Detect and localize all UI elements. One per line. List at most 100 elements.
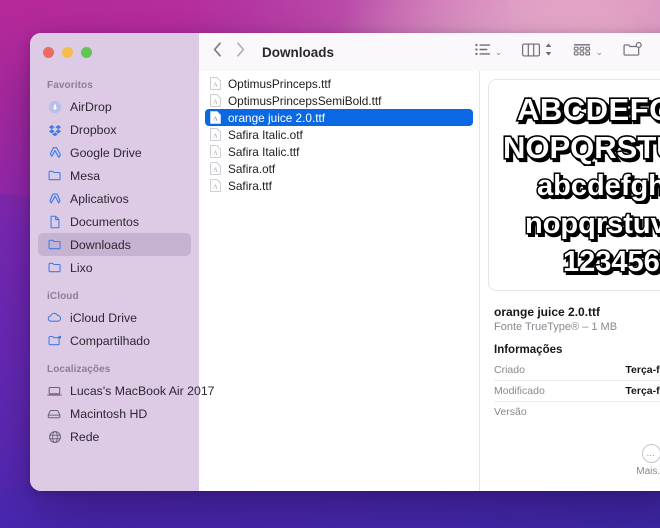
file-name: orange juice 2.0.ttf (228, 110, 326, 125)
file-metadata: orange juice 2.0.ttf Fonte TrueType® – 1… (488, 291, 660, 422)
list-item-selected[interactable]: A orange juice 2.0.ttf (205, 109, 473, 126)
file-name: Safira.ttf (228, 178, 272, 193)
metadata-row-criado: Criado Terça-feira, 1 (494, 360, 660, 381)
folder-icon (47, 260, 62, 275)
sidebar-item-label: Lucas's MacBook Air 2017 (70, 383, 215, 398)
maximize-button[interactable] (81, 46, 92, 58)
view-column-button[interactable] (522, 42, 553, 62)
preview-pane: ABCDEFGH ABCDEFGH NOPQRSTUV NOPQRSTUV ab… (480, 71, 660, 491)
svg-text:abcdefgh: abcdefgh (537, 170, 660, 202)
more-label: Mais... (636, 466, 660, 477)
specimen-line-uppercase-1: ABCDEFGH ABCDEFGH (501, 90, 660, 128)
cloud-icon (47, 310, 62, 325)
shared-folder-icon (47, 333, 62, 348)
font-file-icon: A (210, 145, 221, 158)
folder-icon (47, 168, 62, 183)
font-file-icon: A (210, 77, 221, 90)
sidebar-item-airdrop[interactable]: AirDrop (38, 95, 191, 118)
chevron-left-icon[interactable] (213, 42, 222, 62)
file-name: OptimusPrinceps.ttf (228, 76, 331, 91)
svg-text:A: A (213, 167, 218, 173)
sidebar-item-label: Lixo (70, 260, 93, 275)
sidebar-item-rede[interactable]: Rede (38, 425, 191, 448)
folder-icon (47, 237, 62, 252)
sidebar-item-documentos[interactable]: Documentos (38, 210, 191, 233)
dropbox-icon (47, 122, 62, 137)
svg-text:A: A (213, 116, 218, 122)
sidebar-item-macbook-air[interactable]: Lucas's MacBook Air 2017 (38, 379, 215, 402)
view-list-button[interactable]: ⌄ (475, 43, 503, 61)
svg-text:1234567: 1234567 (563, 246, 660, 278)
more-button[interactable]: … Mais... (626, 444, 660, 477)
sidebar-item-label: iCloud Drive (70, 310, 137, 325)
metadata-heading: Informações (494, 344, 563, 356)
list-item[interactable]: A Safira.ttf (205, 177, 473, 194)
svg-text:ABCDEFGH: ABCDEFGH (517, 92, 660, 127)
chevron-down-icon[interactable]: ⌄ (495, 47, 503, 57)
group-by-icon (573, 43, 591, 62)
finder-main: Downloads ⌄ ⌄ A OptimusPrinceps.ttf A Op… (199, 33, 660, 491)
svg-text:A: A (213, 184, 218, 190)
sidebar-item-label: Compartilhado (70, 333, 150, 348)
list-view-icon (475, 43, 491, 61)
sidebar-section-favoritos: Favoritos (47, 80, 93, 91)
svg-text:NOPQRSTUV: NOPQRSTUV (503, 130, 660, 165)
nav-buttons (213, 42, 245, 62)
sidebar-item-compartilhado[interactable]: Compartilhado (38, 329, 191, 352)
sidebar-item-icloud-drive[interactable]: iCloud Drive (38, 306, 191, 329)
sidebar-item-dropbox[interactable]: Dropbox (38, 118, 191, 141)
list-item[interactable]: A OptimusPrinceps.ttf (205, 75, 473, 92)
column-view-icon (522, 42, 541, 62)
sidebar-item-mesa[interactable]: Mesa (38, 164, 191, 187)
sidebar-item-label: Dropbox (70, 122, 117, 137)
metadata-file-name: orange juice 2.0.ttf (494, 305, 601, 319)
specimen-line-lowercase-2: nopqrstuv nopqrstuv (501, 204, 660, 243)
list-item[interactable]: A OptimusPrincepsSemiBold.ttf (205, 92, 473, 109)
action-menu-button[interactable] (623, 41, 642, 62)
google-drive-icon (47, 145, 62, 160)
sidebar-item-macintosh-hd[interactable]: Macintosh HD (38, 402, 191, 425)
finder-window: Favoritos AirDrop Dropbox Google Drive M… (30, 33, 660, 491)
sidebar-section-localizacoes: Localizações (47, 364, 111, 375)
metadata-key: Versão (494, 406, 527, 418)
list-item[interactable]: A Safira.otf (205, 160, 473, 177)
stepper-updown-icon[interactable] (544, 42, 553, 62)
metadata-row-modificado: Modificado Terça-feira, 1 (494, 381, 660, 402)
minimize-button[interactable] (62, 46, 73, 58)
close-button[interactable] (43, 46, 54, 58)
metadata-row-versao: Versão (494, 402, 660, 422)
svg-text:A: A (213, 150, 218, 156)
file-name: Safira.otf (228, 161, 276, 176)
sidebar-item-downloads[interactable]: Downloads (38, 233, 191, 256)
list-item[interactable]: A Safira Italic.otf (205, 126, 473, 143)
metadata-file-kind: Fonte TrueType® – 1 MB (494, 321, 618, 333)
sidebar-item-label: Macintosh HD (70, 406, 148, 421)
file-name: Safira Italic.otf (228, 127, 303, 142)
font-file-icon: A (210, 111, 221, 124)
new-folder-action-icon (623, 41, 642, 62)
file-list: A OptimusPrinceps.ttf A OptimusPrincepsS… (199, 71, 480, 491)
svg-text:A: A (213, 133, 218, 139)
group-by-button[interactable]: ⌄ (573, 43, 603, 62)
specimen-line-numerals: 1234567 1234567 (501, 242, 660, 281)
chevron-right-icon[interactable] (236, 42, 245, 62)
sidebar-item-google-drive[interactable]: Google Drive (38, 141, 191, 164)
font-file-icon: A (210, 128, 221, 141)
svg-text:nopqrstuv: nopqrstuv (525, 208, 660, 240)
svg-text:A: A (213, 99, 218, 105)
metadata-value: Terça-feira, 1 (625, 385, 660, 397)
sidebar-item-label: Rede (70, 429, 100, 444)
airdrop-icon (47, 99, 62, 114)
sidebar-item-label: Mesa (70, 168, 101, 183)
font-file-icon: A (210, 179, 221, 192)
font-file-icon: A (210, 162, 221, 175)
list-item[interactable]: A Safira Italic.ttf (205, 143, 473, 160)
ellipsis-circle-icon: … (641, 444, 660, 463)
page-title: Downloads (262, 44, 335, 60)
chevron-down-icon[interactable]: ⌄ (595, 47, 603, 57)
sidebar-item-label: Google Drive (70, 145, 142, 160)
font-file-icon: A (210, 94, 221, 107)
sidebar-item-aplicativos[interactable]: Aplicativos (38, 187, 191, 210)
sidebar-item-lixo[interactable]: Lixo (38, 256, 191, 279)
metadata-key: Criado (494, 364, 525, 376)
